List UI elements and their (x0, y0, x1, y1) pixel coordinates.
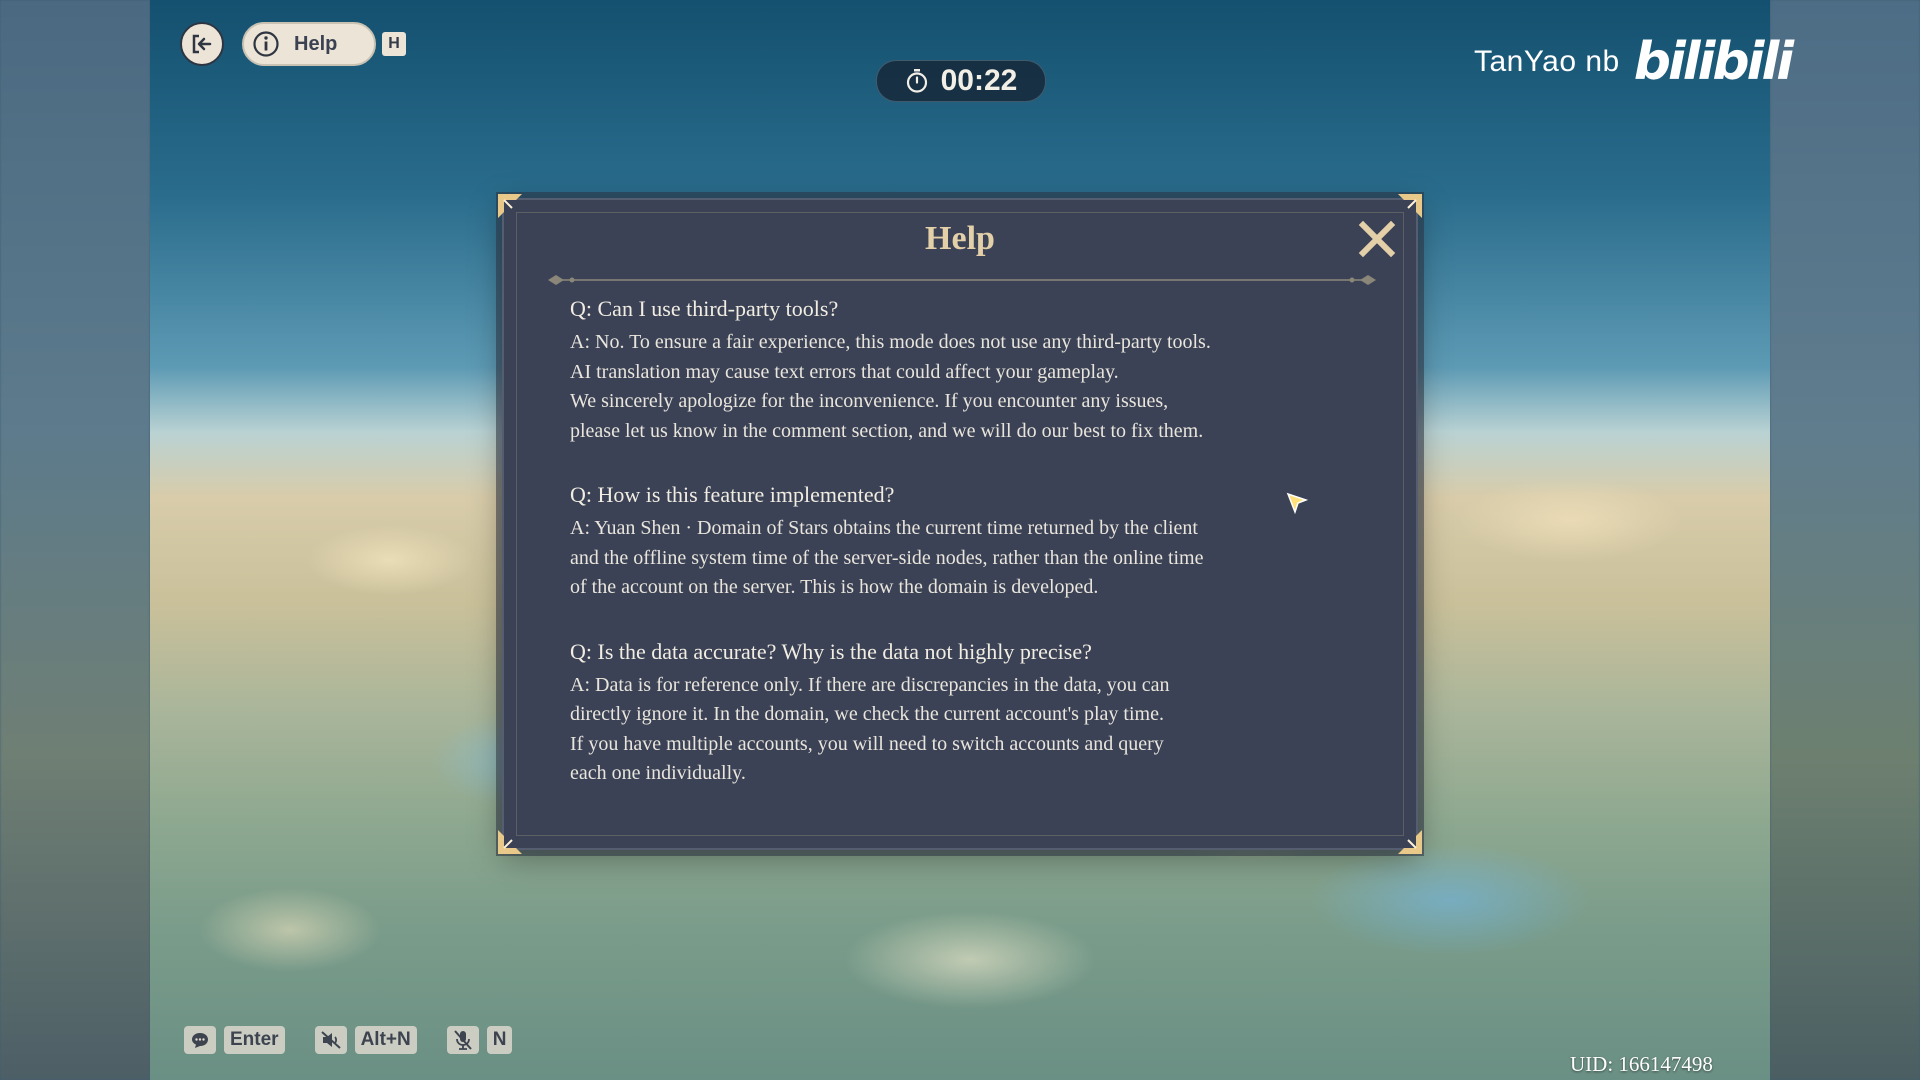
exit-icon (192, 34, 212, 54)
faq-answer: A: Data is for reference only. If there … (570, 673, 1170, 785)
player-uid: UID: 166147498 (1570, 1052, 1713, 1076)
title-divider (548, 275, 1376, 285)
chat-hotkey: Enter (224, 1026, 285, 1054)
faq-item: Q: How is this feature implemented? A: Y… (570, 482, 1370, 603)
microphone-muted-icon (453, 1030, 472, 1050)
help-button[interactable]: Help (242, 22, 376, 66)
faq-list: Q: Can I use third-party tools? A: No. T… (570, 296, 1370, 825)
chat-button[interactable] (184, 1026, 216, 1054)
info-icon (253, 31, 279, 57)
mic-hotkey: N (486, 1026, 513, 1054)
faq-question: Q: How is this feature implemented? (570, 482, 895, 507)
chat-bubble-icon (192, 1033, 208, 1048)
mic-button[interactable] (446, 1026, 479, 1054)
exit-button[interactable] (180, 22, 224, 66)
mute-hotkey: Alt+N (354, 1026, 417, 1054)
background-right-blur (1770, 0, 1920, 1080)
faq-question: Q: Can I use third-party tools? (570, 296, 839, 321)
corner-ornament-icon (498, 830, 522, 854)
close-icon[interactable] (1358, 220, 1396, 258)
background-left-blur (0, 0, 150, 1080)
countdown-timer: 00:22 (876, 60, 1046, 102)
timer-value: 00:22 (940, 64, 1018, 97)
corner-ornament-icon (1398, 194, 1422, 218)
streamer-watermark: TanYao nb bilibili (1474, 32, 1794, 92)
faq-item: Q: Is the data accurate? Why is the data… (570, 639, 1370, 789)
help-button-label: Help (294, 32, 338, 55)
mouse-cursor-icon (1286, 492, 1308, 514)
corner-ornament-icon (1398, 830, 1422, 854)
faq-question: Q: Is the data accurate? Why is the data… (570, 638, 1092, 664)
dialog-title: Help (925, 220, 995, 257)
bilibili-logo: bilibili (1633, 32, 1794, 92)
faq-item: Q: Can I use third-party tools? A: No. T… (570, 296, 1370, 446)
stopwatch-icon (906, 69, 927, 93)
corner-ornament-icon (498, 194, 522, 218)
speaker-muted-icon (320, 1031, 341, 1049)
faq-answer: A: Yuan Shen · Domain of Stars obtains t… (570, 517, 1204, 598)
help-dialog: Help Q: Can I use third-party tools? A: … (498, 194, 1422, 854)
mute-button[interactable] (314, 1026, 347, 1054)
watermark-name: TanYao nb (1474, 45, 1620, 78)
bottom-hotkey-bar: Enter Alt+N N (184, 1026, 513, 1054)
help-hotkey-badge: H (382, 32, 406, 56)
faq-answer: A: No. To ensure a fair experience, this… (570, 331, 1211, 442)
